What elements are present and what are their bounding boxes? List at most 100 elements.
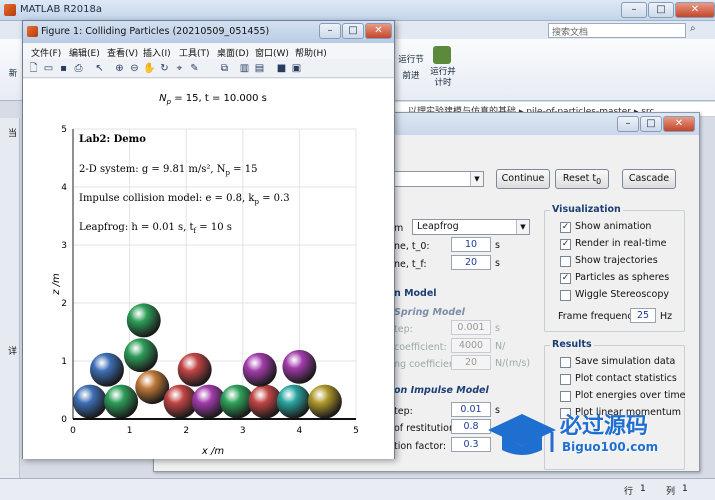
figure-close-button[interactable]: ✕ [365,23,392,39]
col-value: 1 [682,484,688,494]
print-icon[interactable]: ⎙ [72,62,85,75]
legend-icon[interactable]: ▤ [253,62,266,75]
search-icon[interactable]: ⌕ [690,23,704,38]
menu-item[interactable]: 桌面(D) [217,46,249,59]
menu-item[interactable]: 工具(T) [179,46,210,59]
spring-damp-field[interactable]: 20 [451,355,491,370]
new-figure-icon[interactable]: 🗋 [27,62,40,75]
save-icon[interactable]: ▪ [57,62,70,75]
collision-model-heading: n Model [394,288,437,299]
annotation-system: 2-D system: g = 9.81 m/s², Np = 15 [79,164,257,177]
tf-field[interactable]: 20 [451,255,491,270]
colorbar-icon[interactable]: ▥ [238,62,251,75]
matlab-logo-icon [4,4,16,16]
rotate-icon[interactable]: ↻ [158,62,171,75]
menu-item[interactable]: 窗口(W) [255,46,289,59]
open-file-icon[interactable]: ▭ [42,62,55,75]
checkmark-icon[interactable]: ✓ [560,239,571,250]
checkbox-empty[interactable] [560,374,571,385]
row-value: 1 [640,484,646,494]
link-plot-icon[interactable]: ⧉ [218,62,231,75]
run-and-time-button[interactable]: 运行并 计时 [426,67,460,89]
hide-plot-tools-icon[interactable]: ■ [275,62,288,75]
data-cursor-icon[interactable]: ⌖ [173,62,186,75]
t0-field[interactable]: 10 [451,237,491,252]
close-button[interactable]: ✕ [675,2,715,18]
advance-button[interactable]: 前进 [394,71,428,82]
tf-unit: s [495,258,500,269]
frame-frequency-unit: Hz [660,311,673,322]
show-plot-tools-icon[interactable]: ▣ [290,62,303,75]
restitution-label: of restitution: [394,423,459,434]
checkbox-label: Plot energies over time [575,390,686,401]
integrator-label: m [394,223,404,234]
menu-item[interactable]: 插入(I) [143,46,171,59]
gui-close-button[interactable]: ✕ [663,116,695,132]
menu-item[interactable]: 编辑(E) [69,46,100,59]
gui-minimize-button[interactable]: – [617,116,639,132]
spring-coef-unit: N/ [495,341,506,352]
current-folder-tab[interactable]: 当 [8,126,17,139]
particles-plot: Np = 15, t = 10.000 s 00 1 1 2 2 3 3 4 4 5 5 Lab2:… [51,93,359,457]
integrator-select[interactable]: Leapfrog ▼ [412,219,530,235]
particle-sphere [104,384,139,419]
watermark: 必过源码 Biguo100.com [480,402,710,472]
zoom-in-icon[interactable]: ⊕ [113,62,126,75]
y-tick-label: 1 [61,357,67,367]
results-heading: Results [550,339,594,350]
cascade-button[interactable]: Cascade [622,169,676,189]
figure-title-bar: Figure 1: Colliding Particles (20210509_… [23,21,394,43]
pan-icon[interactable]: ✋ [143,62,156,75]
x-tick-label: 5 [353,426,359,436]
menu-item[interactable]: 查看(V) [107,46,138,59]
checkbox-empty[interactable] [560,290,571,301]
frame-frequency-field[interactable]: 25 [630,308,656,323]
figure-maximize-button[interactable]: □ [342,23,364,39]
checkbox-label: Show animation [575,221,652,232]
zoom-out-icon[interactable]: ⊖ [128,62,141,75]
checkmark-icon[interactable]: ✓ [560,222,571,233]
x-tick-label: 3 [240,426,246,436]
chevron-down-icon: ▼ [516,220,529,234]
brush-icon[interactable]: ✎ [188,62,201,75]
figure-window: Figure 1: Colliding Particles (20210509_… [22,20,395,459]
particle-sphere [123,338,158,373]
search-docs-input[interactable]: 搜索文档 [548,23,686,38]
spring-coef-label: coefficient: [394,342,447,353]
pointer-icon[interactable]: ↖ [93,62,106,75]
particle-sphere [242,352,277,387]
menu-item[interactable]: 帮助(H) [295,46,327,59]
spring-coef-field[interactable]: 4000 [451,338,491,353]
details-tab[interactable]: 详 [8,344,17,357]
particle-sphere [89,352,124,387]
impulse-model-heading: on Impulse Model [394,385,489,396]
spring-step-field[interactable]: 0.001 [451,320,491,335]
particle-sphere [73,384,107,419]
left-panel-strip: 当 详 [0,118,20,478]
spring-step-label: tep: [394,324,413,335]
reset-t0-button[interactable]: Reset t0 [555,169,609,189]
preset-select[interactable]: ▼ [394,171,484,187]
run-section-button[interactable]: 运行节 [394,55,428,66]
checkbox-empty[interactable] [560,256,571,267]
annotation-collision: Impulse collision model: e = 0.8, kp = 0… [79,193,290,206]
gui-maximize-button[interactable]: □ [640,116,662,132]
new-button[interactable]: 新 [4,69,22,80]
y-tick-label: 3 [61,241,67,251]
menu-item[interactable]: 文件(F) [31,46,61,59]
particle-sphere [177,352,212,387]
continue-button[interactable]: Continue [496,169,550,189]
maximize-button[interactable]: □ [648,2,674,18]
y-tick-label: 4 [61,183,67,193]
figure-minimize-button[interactable]: – [319,23,341,39]
checkbox-empty[interactable] [560,357,571,368]
col-label: 列 [666,487,676,497]
minimize-button[interactable]: – [621,2,647,18]
checkbox-empty[interactable] [560,391,571,402]
checkmark-icon[interactable]: ✓ [560,273,571,284]
checkbox-label: Render in real-time [575,238,667,249]
y-tick-label: 2 [61,299,67,309]
particle-sphere [282,349,317,384]
figure-window-title: Figure 1: Colliding Particles (20210509_… [41,26,270,37]
annotation-leapfrog: Leapfrog: h = 0.01 s, tf = 10 s [79,222,232,235]
